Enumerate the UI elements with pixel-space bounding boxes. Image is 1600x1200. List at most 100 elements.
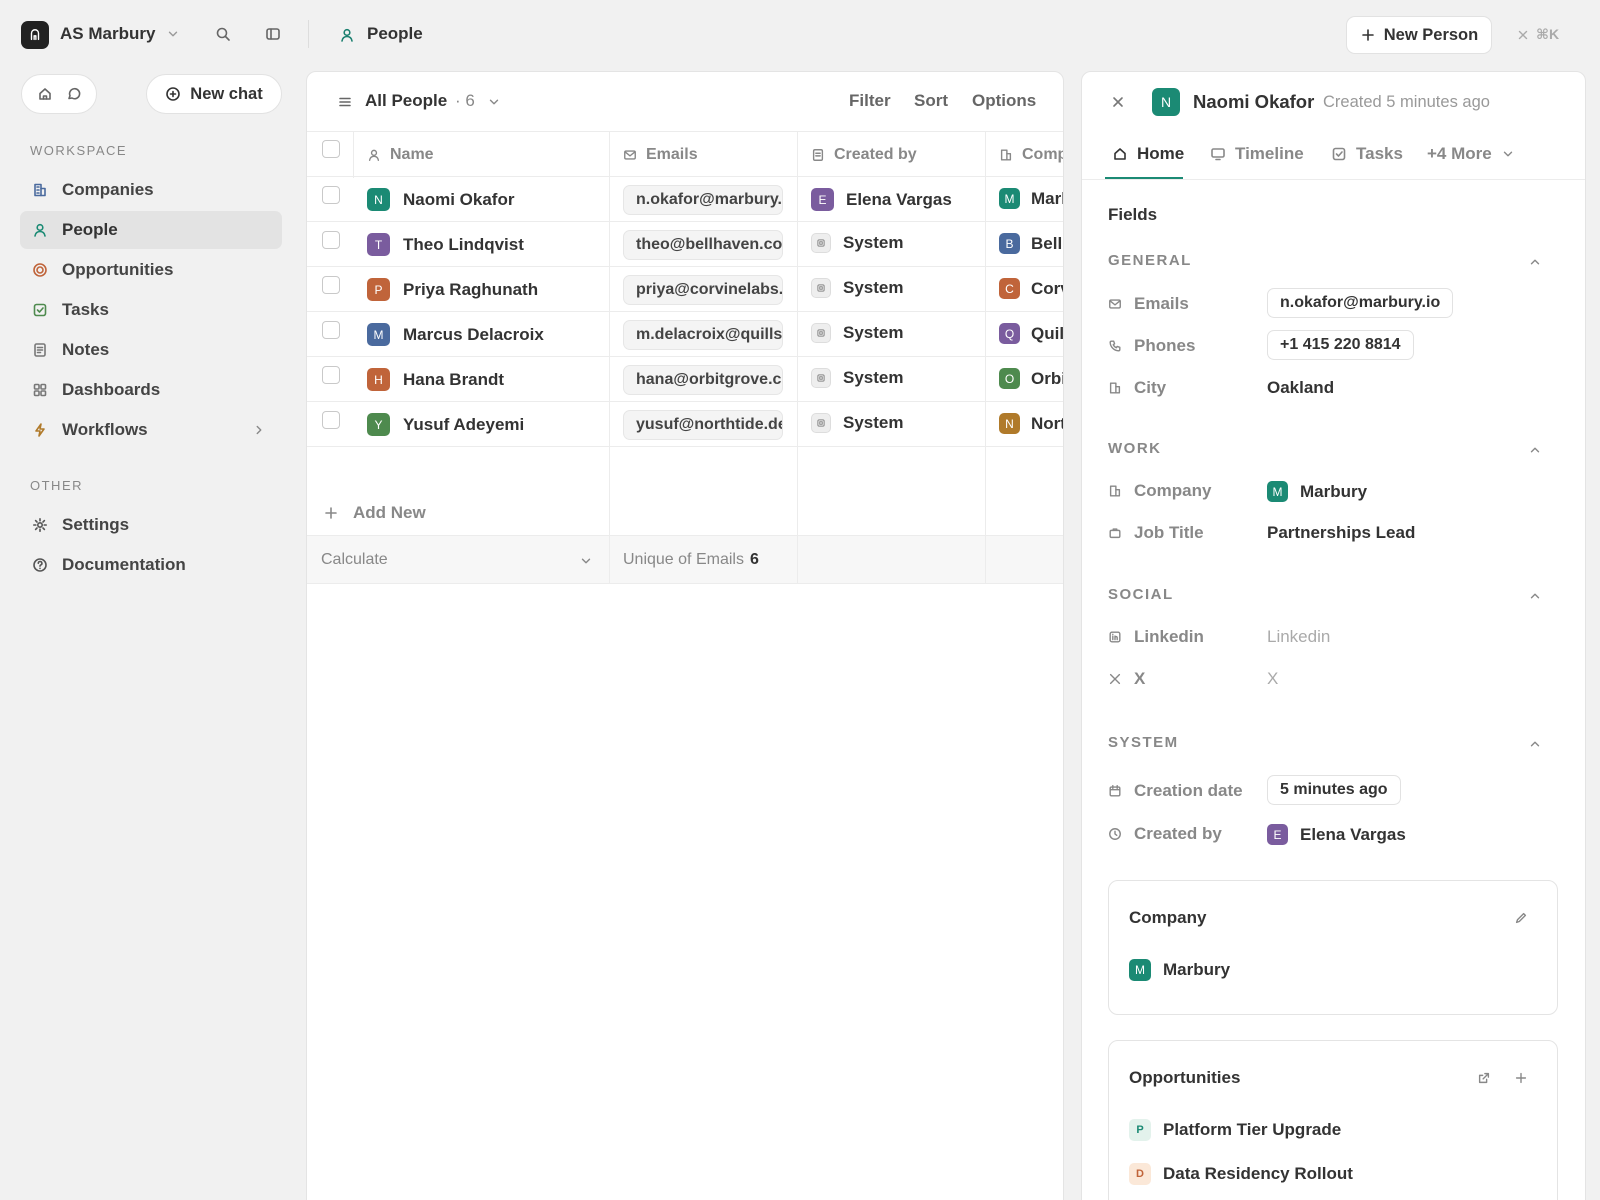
plus-icon[interactable]	[1514, 1071, 1528, 1085]
tab-timeline[interactable]: Timeline	[1210, 144, 1304, 164]
company-cell[interactable]: C Corv	[999, 278, 1063, 299]
linkedin-value[interactable]: Linkedin	[1267, 627, 1330, 647]
menu-icon[interactable]	[337, 94, 353, 110]
workspace-section-label: WORKSPACE	[30, 143, 128, 158]
chevron-down-icon[interactable]	[487, 95, 501, 109]
avatar: M	[367, 323, 390, 346]
sidebar-item-workflows[interactable]: Workflows	[20, 411, 282, 449]
sidebar-item-opportunities[interactable]: Opportunities	[20, 251, 282, 289]
workspace-logo[interactable]	[21, 21, 49, 49]
close-shortcut[interactable]: ⌘K	[1516, 26, 1559, 43]
opportunity-item[interactable]: P Platform Tier Upgrade	[1129, 1119, 1341, 1141]
row-checkbox[interactable]	[322, 276, 340, 294]
sidebar-item-documentation[interactable]: Documentation	[20, 546, 282, 584]
avatar: Y	[367, 413, 390, 436]
sidebar-item-people[interactable]: People	[20, 211, 282, 249]
system-icon	[811, 278, 831, 298]
external-link-icon[interactable]	[1477, 1071, 1491, 1085]
column-header-created-by[interactable]: Created by	[811, 146, 917, 164]
row-checkbox[interactable]	[322, 186, 340, 204]
unique-emails-aggregate[interactable]: Unique of Emails 6	[623, 551, 759, 569]
sidebar-quick-actions	[21, 74, 97, 114]
company-value[interactable]: M Marbury	[1267, 481, 1367, 502]
column-header-company[interactable]: Comp	[999, 146, 1064, 164]
record-title[interactable]: Naomi Okafor	[1193, 91, 1314, 113]
add-new-row[interactable]: Add New	[307, 491, 1063, 536]
person-name-cell[interactable]: T Theo Lindqvist	[367, 233, 524, 256]
row-checkbox[interactable]	[322, 411, 340, 429]
sidebar-item-settings[interactable]: Settings	[20, 506, 282, 544]
home-icon[interactable]	[37, 86, 53, 102]
person-name-cell[interactable]: P Priya Raghunath	[367, 278, 538, 301]
options-button[interactable]: Options	[972, 91, 1036, 111]
chevron-up-icon[interactable]	[1528, 443, 1542, 457]
email-chip[interactable]: yusuf@northtide.dev	[623, 410, 783, 440]
new-person-button[interactable]: New Person	[1346, 16, 1492, 54]
company-cell[interactable]: N Nort	[999, 413, 1063, 434]
new-chat-button[interactable]: New chat	[146, 74, 282, 114]
chevron-up-icon[interactable]	[1528, 589, 1542, 603]
chevron-down-icon[interactable]	[579, 554, 593, 568]
chevron-down-icon[interactable]	[166, 27, 180, 41]
tab-more[interactable]: +4 More	[1427, 144, 1515, 164]
company-cell[interactable]: M Marl	[999, 188, 1063, 209]
panel-toggle-icon[interactable]	[265, 26, 281, 42]
email-chip[interactable]: priya@corvinelabs.io	[623, 275, 783, 305]
tab-home[interactable]: Home	[1112, 144, 1184, 164]
filter-button[interactable]: Filter	[849, 91, 891, 111]
company-avatar: M	[1129, 959, 1151, 981]
person-name-cell[interactable]: Y Yusuf Adeyemi	[367, 413, 524, 436]
email-chip[interactable]: m.delacroix@quillstone.com	[623, 320, 783, 350]
email-chip[interactable]: n.okafor@marbury.io	[623, 185, 783, 215]
column-label: Comp	[1022, 146, 1064, 163]
sidebar-item-companies[interactable]: Companies	[20, 171, 282, 209]
table-row[interactable]: N Naomi Okafor n.okafor@marbury.io E Elena…	[307, 177, 1063, 222]
add-new-button[interactable]: Add New	[323, 503, 426, 523]
column-header-emails[interactable]: Emails	[623, 146, 698, 164]
chat-bubble-icon[interactable]	[66, 86, 82, 102]
company-cell[interactable]: O Orbi	[999, 368, 1063, 389]
row-checkbox[interactable]	[322, 231, 340, 249]
sidebar-item-dashboards[interactable]: Dashboards	[20, 371, 282, 409]
table-row[interactable]: Y Yusuf Adeyemi yusuf@northtide.dev Syste…	[307, 402, 1063, 447]
person-name-cell[interactable]: M Marcus Delacroix	[367, 323, 544, 346]
opportunity-item[interactable]: D Data Residency Rollout	[1129, 1163, 1353, 1185]
select-all-checkbox[interactable]	[322, 140, 340, 158]
table-row[interactable]: P Priya Raghunath priya@corvinelabs.io Sy…	[307, 267, 1063, 312]
chevron-up-icon[interactable]	[1528, 737, 1542, 751]
row-checkbox[interactable]	[322, 366, 340, 384]
job-title-value[interactable]: Partnerships Lead	[1267, 523, 1415, 543]
close-icon[interactable]	[1110, 94, 1126, 110]
person-name-cell[interactable]: N Naomi Okafor	[367, 188, 514, 211]
workspace-name[interactable]: AS Marbury	[60, 24, 155, 44]
table-row[interactable]: M Marcus Delacroix m.delacroix@quillstone…	[307, 312, 1063, 357]
row-checkbox[interactable]	[322, 321, 340, 339]
sidebar-item-notes[interactable]: Notes	[20, 331, 282, 369]
email-value[interactable]: n.okafor@marbury.io	[1267, 288, 1454, 318]
company-name: Marbury	[1300, 481, 1368, 501]
email-chip[interactable]: theo@bellhaven.co	[623, 230, 783, 260]
chevron-up-icon[interactable]	[1528, 255, 1542, 269]
calculate-dropdown[interactable]: Calculate	[321, 551, 388, 569]
sidebar-item-tasks[interactable]: Tasks	[20, 291, 282, 329]
x-value[interactable]: X	[1267, 669, 1278, 689]
company-card-item[interactable]: M Marbury	[1129, 959, 1230, 981]
email-chip[interactable]: hana@orbitgrove.co	[623, 365, 783, 395]
city-value[interactable]: Oakland	[1267, 378, 1334, 398]
company-cell[interactable]: Q Quill	[999, 323, 1063, 344]
phone-value[interactable]: +1 415 220 8814	[1267, 330, 1414, 360]
tab-tasks[interactable]: Tasks	[1331, 144, 1403, 164]
company-cell[interactable]: B Bellh	[999, 233, 1063, 254]
new-person-label: New Person	[1383, 25, 1479, 44]
table-row[interactable]: T Theo Lindqvist theo@bellhaven.co System…	[307, 222, 1063, 267]
person-name-cell[interactable]: H Hana Brandt	[367, 368, 504, 391]
pencil-icon[interactable]	[1514, 911, 1528, 925]
field-label: Creation date	[1108, 781, 1243, 801]
chevron-right-icon[interactable]	[252, 423, 266, 437]
column-header-name[interactable]: Name	[367, 146, 434, 164]
view-name[interactable]: All People	[365, 91, 447, 111]
search-icon[interactable]	[215, 26, 231, 42]
sort-button[interactable]: Sort	[914, 91, 948, 111]
table-row[interactable]: H Hana Brandt hana@orbitgrove.co System O…	[307, 357, 1063, 402]
field-label: X	[1108, 669, 1145, 689]
